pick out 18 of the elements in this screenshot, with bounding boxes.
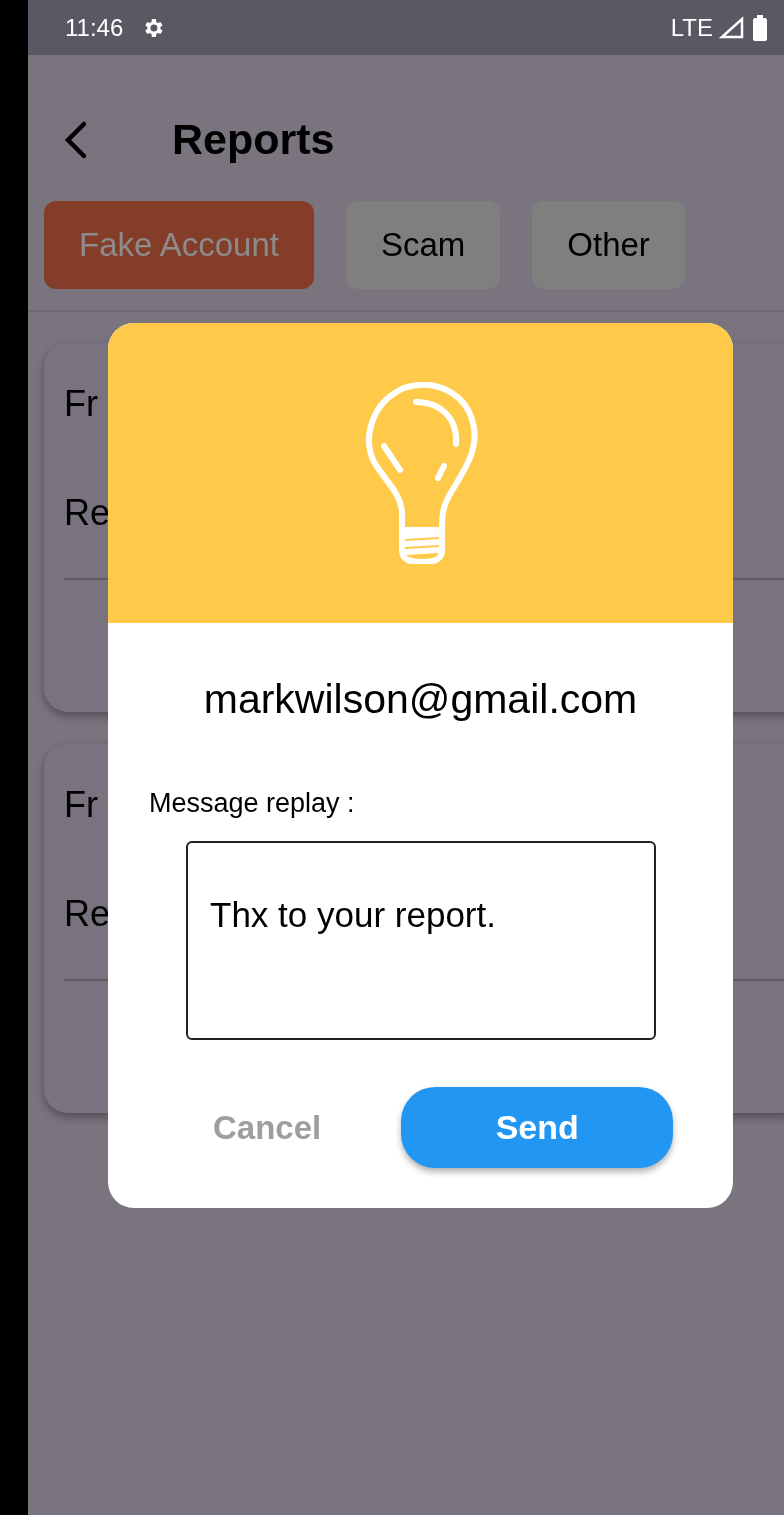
page-title: Reports [172,114,335,166]
cancel-button[interactable]: Cancel [213,1102,322,1153]
card-line: Re [64,491,111,535]
filter-tab[interactable]: Scam [345,201,501,289]
battery-icon [753,14,767,41]
network-label: LTE [670,12,713,43]
message-field[interactable]: Thx to your report. [186,841,656,1040]
back-icon[interactable] [64,119,88,160]
lightbulb-icon [363,382,478,564]
card-line: Fr [64,783,98,827]
field-label: Message replay : [149,786,355,820]
card-line: Fr [64,382,98,426]
signal-icon [719,15,745,40]
filter-tab[interactable]: Other [532,201,685,289]
dialog-email: markwilson@gmail.com [203,675,638,724]
send-button[interactable]: Send [401,1087,674,1168]
card-line: Re [64,892,111,936]
status-time: 11:46 [65,12,124,43]
